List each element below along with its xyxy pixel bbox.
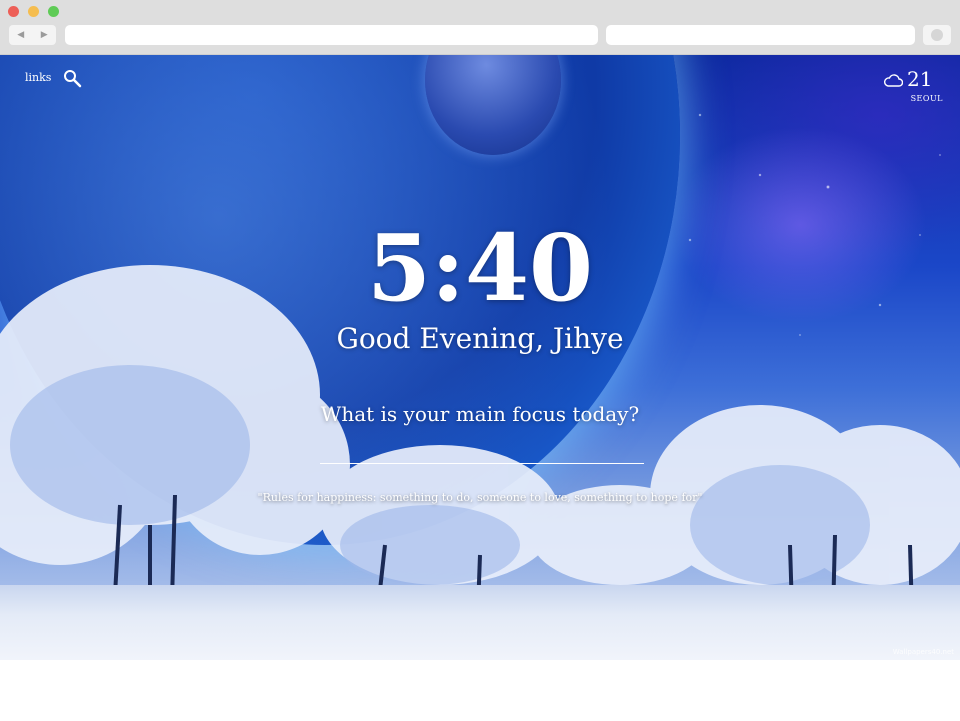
back-button[interactable]: ◀ xyxy=(9,25,33,45)
clock-time: 5:40 xyxy=(366,214,593,322)
navigation-buttons: ◀ ▶ xyxy=(9,25,56,45)
snow-ground xyxy=(0,585,960,660)
wallpaper-watermark: Wallpapers40.net xyxy=(892,648,954,656)
minimize-window-button[interactable] xyxy=(28,6,39,17)
new-tab-page: Wallpapers40.net links 21 SEOUL 5:40 Goo… xyxy=(0,55,960,660)
search-icon[interactable] xyxy=(62,68,82,88)
address-bar[interactable] xyxy=(65,25,598,45)
maximize-window-button[interactable] xyxy=(48,6,59,17)
forward-button[interactable]: ▶ xyxy=(33,25,57,45)
browser-search-bar[interactable] xyxy=(606,25,915,45)
daily-quote: "Rules for happiness: something to do, s… xyxy=(257,491,703,504)
greeting-text: Good Evening, Jihye xyxy=(336,322,624,355)
browser-toolbar: ◀ ▶ xyxy=(0,0,960,55)
extension-button[interactable] xyxy=(923,25,951,45)
links-button[interactable]: links xyxy=(25,71,51,84)
chevron-left-icon: ◀ xyxy=(17,30,25,40)
chevron-right-icon: ▶ xyxy=(40,30,48,40)
weather-widget[interactable]: 21 SEOUL xyxy=(883,67,943,107)
focus-input[interactable] xyxy=(320,439,644,464)
weather-city: SEOUL xyxy=(910,94,943,103)
weather-temperature: 21 xyxy=(907,67,933,91)
close-window-button[interactable] xyxy=(8,6,19,17)
focus-question: What is your main focus today? xyxy=(320,402,640,426)
cloud-icon xyxy=(884,74,903,87)
